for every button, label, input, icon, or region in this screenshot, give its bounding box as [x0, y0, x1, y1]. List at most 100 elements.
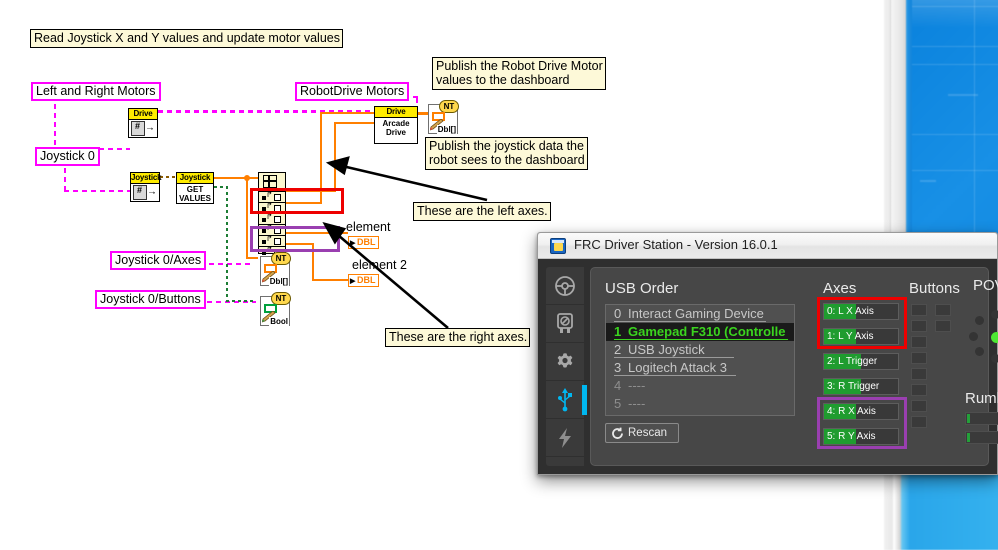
- comment-read-joystick[interactable]: Read Joystick X and Y values and update …: [30, 29, 343, 48]
- usb-list-item[interactable]: 0Interact Gaming Device: [606, 305, 794, 323]
- driver-station-body: USB Order Axes Buttons POV Rumble 0Inter…: [538, 259, 997, 474]
- tag-joystick-0-buttons[interactable]: Joystick 0/Buttons: [95, 290, 206, 309]
- usb-list-item[interactable]: 5----: [606, 395, 794, 413]
- usb-item-name: ----: [628, 396, 645, 411]
- button-led-8: [911, 384, 927, 396]
- button-led-3: [911, 320, 927, 332]
- highlight-left-axes-ds: [817, 297, 907, 349]
- tag-robotdrive-motors[interactable]: RobotDrive Motors: [295, 82, 409, 101]
- element-label: element: [346, 220, 390, 234]
- drive-refnum-node[interactable]: Drive →: [128, 108, 158, 138]
- usb-item-index: 4: [614, 377, 628, 395]
- tag-left-and-right-motors[interactable]: Left and Right Motors: [31, 82, 161, 101]
- axis-bar-2[interactable]: 2: L Trigger: [823, 353, 899, 370]
- sidebar-item-power[interactable]: [546, 419, 584, 457]
- wire-joystick0-vertical: [64, 168, 66, 192]
- wire-bool-down: [226, 186, 228, 302]
- usb-list-item[interactable]: 3Logitech Attack 3: [606, 359, 794, 377]
- window-titlebar[interactable]: FRC Driver Station - Version 16.0.1: [538, 233, 997, 259]
- wire-idx1-to-arcade: [320, 112, 376, 114]
- wire-idx5-to-term: [312, 279, 348, 281]
- button-led-1: [911, 304, 927, 316]
- comment-left-axes[interactable]: These are the left axes.: [413, 202, 551, 221]
- element-2-dbl-terminal[interactable]: DBL: [348, 274, 379, 287]
- joystick-refnum-glyph: →: [131, 184, 159, 201]
- rescan-label: Rescan: [628, 424, 667, 442]
- sidebar-item-diagnostics[interactable]: [546, 305, 584, 343]
- usb-list-item[interactable]: 2USB Joystick: [606, 341, 794, 359]
- axis-label: 3: R Trigger: [824, 381, 879, 392]
- joystick-get-values-node[interactable]: Joystick GET VALUES: [176, 172, 214, 204]
- wire-joystick-refnum-to-get: [160, 176, 176, 178]
- comment-publish-joystick[interactable]: Publish the joystick data the robot sees…: [425, 137, 588, 170]
- arcade-drive-body: Arcade Drive: [375, 118, 417, 138]
- joystick-refnum-node[interactable]: Joystick →: [130, 172, 160, 202]
- usb-item-name: Gamepad F310 (Controlle: [628, 324, 785, 339]
- wire-motors-vertical: [54, 104, 56, 150]
- wire-bool-to-nt: [226, 300, 256, 302]
- wire-axes-array-to-nt: [246, 257, 258, 259]
- wire-joystick0-horizontal: [64, 190, 130, 192]
- highlight-right-axes: [250, 226, 340, 252]
- comment-right-axes[interactable]: These are the right axes.: [385, 328, 530, 347]
- buttons-heading: Buttons: [909, 280, 960, 297]
- button-led-2: [935, 304, 951, 316]
- nt-write-dbl-array-axes[interactable]: NT Dbl[]: [260, 256, 290, 286]
- steering-wheel-icon: [554, 275, 576, 297]
- usb-devices-panel: USB Order Axes Buttons POV Rumble 0Inter…: [590, 267, 989, 466]
- frc-driver-station-window[interactable]: FRC Driver Station - Version 16.0.1: [537, 232, 998, 475]
- comment-publish-robot-drive[interactable]: Publish the Robot Drive Motor values to …: [432, 57, 606, 90]
- axis-bar-3[interactable]: 3: R Trigger: [823, 378, 899, 395]
- usb-item-index: 5: [614, 395, 628, 413]
- button-led-6: [911, 352, 927, 364]
- element-2-label: element 2: [352, 258, 407, 272]
- element-dbl-terminal[interactable]: DBL: [348, 236, 379, 249]
- arcade-drive-caption: Drive: [375, 107, 417, 118]
- button-led-7: [911, 368, 927, 380]
- nt-type-label: Bool: [269, 317, 289, 326]
- arcade-drive-node[interactable]: Drive Arcade Drive: [374, 106, 418, 144]
- sidebar-item-usb[interactable]: [546, 381, 584, 419]
- gauge-plug-icon: [555, 313, 575, 335]
- usb-order-list[interactable]: 0Interact Gaming Device 1Gamepad F310 (C…: [605, 304, 795, 416]
- usb-item-name: ----: [628, 378, 645, 393]
- usb-item-name: USB Joystick: [628, 342, 705, 357]
- joystick-refnum-caption: Joystick: [131, 173, 159, 184]
- usb-icon: [557, 388, 573, 412]
- usb-order-heading: USB Order: [605, 280, 678, 297]
- usb-list-item[interactable]: 4----: [606, 377, 794, 395]
- usb-list-item-selected[interactable]: 1Gamepad F310 (Controlle: [606, 323, 794, 341]
- nt-write-bool-array[interactable]: NT Bool: [260, 296, 290, 326]
- button-led-10: [911, 416, 927, 428]
- button-led-9: [911, 400, 927, 412]
- nt-write-dbl-array-top[interactable]: NT Dbl[]: [428, 104, 458, 134]
- button-led-5: [911, 336, 927, 348]
- highlight-left-axes: [250, 188, 344, 214]
- usb-item-name: Interact Gaming Device: [628, 306, 764, 321]
- drive-refnum-glyph: →: [129, 120, 157, 137]
- wire-junction: [244, 175, 250, 181]
- tag-joystick-0[interactable]: Joystick 0: [35, 147, 100, 166]
- wire-idx0-up: [334, 122, 336, 192]
- wire-idx0-to-arcade: [334, 122, 376, 124]
- gear-icon: [554, 351, 576, 373]
- axes-heading: Axes: [823, 280, 856, 297]
- wire-axes-array-down: [246, 177, 248, 259]
- lightning-bolt-icon: [557, 427, 573, 449]
- joystick-get-body: GET VALUES: [177, 184, 213, 204]
- joystick-get-caption: Joystick: [177, 173, 213, 184]
- driver-station-sidebar[interactable]: [546, 267, 584, 466]
- tag-joystick-0-axes[interactable]: Joystick 0/Axes: [110, 251, 206, 270]
- pov-center-indicator: [991, 332, 998, 343]
- refresh-icon: [611, 427, 624, 446]
- usb-item-name: Logitech Attack 3: [628, 360, 727, 375]
- rumble-bar-left: [965, 412, 998, 425]
- wire-axes-array-out: [214, 177, 260, 179]
- sidebar-item-operation[interactable]: [546, 267, 584, 305]
- button-led-4: [935, 320, 951, 332]
- rumble-bar-right: [965, 431, 998, 444]
- window-title: FRC Driver Station - Version 16.0.1: [574, 237, 778, 252]
- rescan-button[interactable]: Rescan: [605, 423, 679, 443]
- sidebar-item-setup[interactable]: [546, 343, 584, 381]
- pov-heading: POV: [973, 277, 998, 294]
